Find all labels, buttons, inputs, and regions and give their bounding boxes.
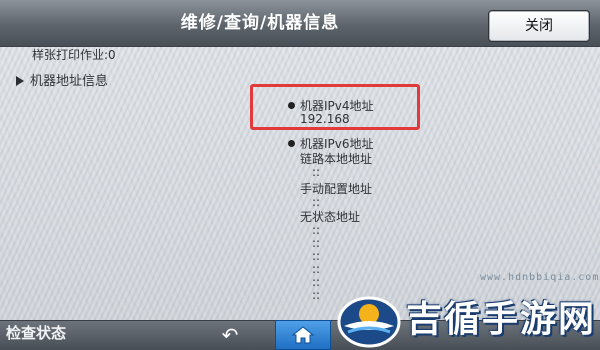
machine-address-section-label: 机器地址信息	[30, 74, 109, 89]
page-title: 维修/查询/机器信息	[180, 13, 340, 33]
watermark-url: www.hdnbbiqia.com	[480, 272, 600, 283]
watermark-brand: 吉循手游网	[406, 299, 597, 340]
bullet-icon	[288, 140, 295, 147]
stateless-value-4: ::	[312, 262, 321, 276]
check-status-button[interactable]: 检查状态	[6, 322, 66, 343]
stateless-value-2: ::	[312, 236, 321, 250]
ipv4-highlight-box	[250, 84, 420, 130]
stateless-value-1: ::	[312, 223, 321, 237]
close-button[interactable]: 关闭	[488, 10, 590, 42]
stateless-value-5: ::	[312, 275, 321, 289]
expand-triangle-icon	[16, 76, 24, 86]
machine-address-section[interactable]: 机器地址信息	[16, 70, 108, 89]
back-button[interactable]: ↶	[200, 321, 260, 349]
stateless-value-3: ::	[312, 249, 321, 263]
ipv6-label: 机器IPv6地址	[300, 137, 374, 151]
stateless-value-6: ::	[312, 288, 321, 302]
title-bar: 维修/查询/机器信息 关闭	[0, 0, 600, 47]
home-button[interactable]	[275, 320, 331, 350]
link-local-label: 链路本地地址	[300, 152, 373, 166]
watermark-logo	[334, 288, 404, 350]
sample-jobs-text: 样张打印作业:0	[32, 48, 116, 62]
stateless-label: 无状态地址	[300, 210, 361, 224]
home-icon	[291, 326, 315, 344]
touch-panel-screen: 维修/查询/机器信息 关闭 样张打印作业:0 机器地址信息 机器IPv4地址 1…	[0, 0, 600, 350]
back-arrow-icon: ↶	[221, 323, 239, 347]
manual-config-value: ::	[312, 195, 321, 209]
manual-config-label: 手动配置地址	[300, 182, 373, 196]
link-local-value: ::	[312, 165, 321, 179]
